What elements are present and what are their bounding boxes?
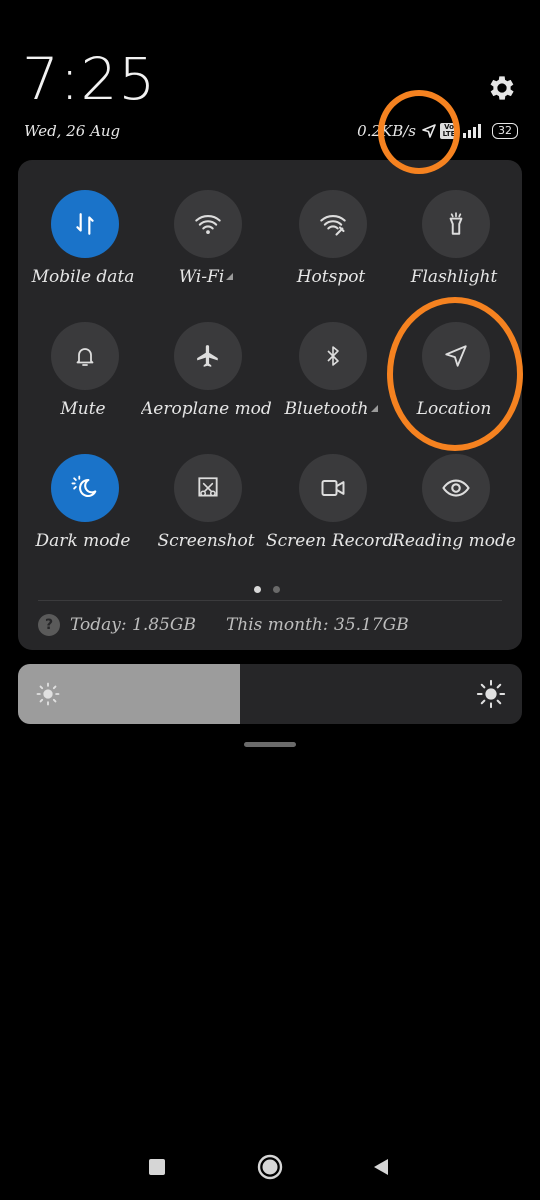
mobile-data-icon [51,190,119,258]
brightness-slider[interactable] [18,664,522,724]
recents-icon[interactable] [148,1158,166,1176]
quick-settings-panel: Mobile data Wi-Fi Hotspot Flashlight Mut… [18,160,522,650]
tile-mute[interactable]: Mute [18,322,144,432]
tile-flashlight[interactable]: Flashlight [389,190,515,300]
page-dot[interactable] [273,586,280,593]
screen-recorder-icon [299,454,367,522]
signal-icon [463,124,481,138]
eye-icon [422,454,490,522]
tile-label: Screen Recorder [266,531,396,551]
tile-label: Aeroplane mode [141,399,271,419]
tile-hotspot[interactable]: Hotspot [266,190,392,300]
tile-label: Location [416,399,492,419]
expand-arrow-icon [226,273,234,280]
shade-drag-handle[interactable] [244,742,296,747]
tile-label: Wi-Fi [141,267,271,287]
volte-icon: Vo LTE [440,123,458,139]
tile-label: Mobile data [31,267,135,287]
notification-shade: 7:25 Wed, 26 Aug 0.2KB/s Vo LTE 32 Mobile… [0,0,540,1200]
home-icon[interactable] [257,1154,283,1180]
brightness-high-icon [476,679,506,709]
tile-location[interactable]: Location [389,322,515,432]
data-usage[interactable]: ? Today: 1.85GB This month: 35.17GB [38,614,409,636]
help-icon: ? [38,614,60,636]
tile-bluetooth[interactable]: Bluetooth [266,322,392,432]
expand-arrow-icon [370,405,378,412]
tile-label: Flashlight [410,267,498,287]
divider [38,600,502,601]
wifi-icon [174,190,242,258]
clock: 7:25 [22,45,157,113]
status-bar-right: 0.2KB/s Vo LTE 32 [357,120,518,142]
tile-screen-recorder[interactable]: Screen Recorder [266,454,396,564]
location-icon [422,322,490,390]
tile-screenshot[interactable]: Screenshot [141,454,267,564]
flashlight-icon [422,190,490,258]
usage-month: This month: 35.17GB [225,615,409,635]
tile-label: Hotspot [296,267,366,287]
screenshot-icon [174,454,242,522]
bluetooth-icon [299,322,367,390]
tile-mobile-data[interactable]: Mobile data [18,190,144,300]
tile-label: Bluetooth [266,399,396,419]
navigation-bar [0,1140,540,1196]
date: Wed, 26 Aug [24,122,121,140]
tile-label: Reading mode [392,531,516,551]
airplane-icon [174,322,242,390]
tile-dark-mode[interactable]: Dark mode [18,454,144,564]
battery-icon: 32 [492,123,518,139]
location-status-icon [422,124,436,138]
network-speed: 0.2KB/s [357,122,416,140]
tile-label: Screenshot [157,531,255,551]
gear-icon[interactable] [486,72,518,104]
tile-label: Mute [60,399,106,419]
brightness-low-icon [36,682,60,706]
hotspot-icon [299,190,367,258]
back-icon[interactable] [372,1158,390,1176]
page-indicator [254,586,280,593]
usage-today: Today: 1.85GB [70,615,196,635]
tile-aeroplane-mode[interactable]: Aeroplane mode [141,322,271,432]
bell-icon [51,322,119,390]
page-dot-active[interactable] [254,586,261,593]
dark-mode-icon [51,454,119,522]
tile-wifi[interactable]: Wi-Fi [141,190,267,300]
tile-reading-mode[interactable]: Reading mode [389,454,516,564]
tile-label: Dark mode [35,531,131,551]
